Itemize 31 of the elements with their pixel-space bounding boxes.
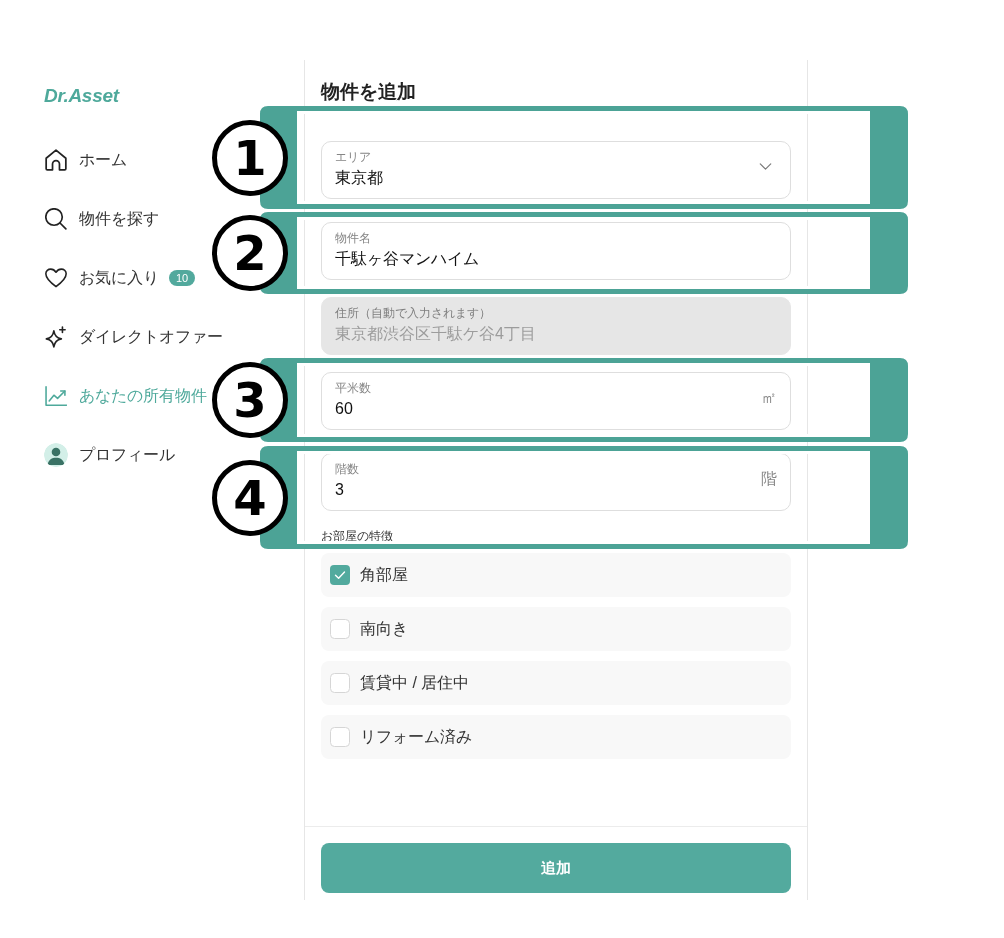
step-number: 4 <box>212 460 288 536</box>
search-icon <box>45 208 67 230</box>
checkbox-option[interactable]: 南向き <box>321 607 791 651</box>
checkbox[interactable] <box>330 565 350 585</box>
checkbox-option[interactable]: 角部屋 <box>321 553 791 597</box>
checkbox-option[interactable]: リフォーム済み <box>321 715 791 759</box>
avatar-icon <box>44 443 68 467</box>
heart-icon <box>45 267 67 289</box>
input-field[interactable]: 平米数 60 ㎡ <box>321 372 791 430</box>
checkbox[interactable] <box>330 727 350 747</box>
input-field[interactable]: 階数 3 階 <box>321 453 791 511</box>
step-number: 2 <box>212 215 288 291</box>
nav-item[interactable]: 物件を探す <box>44 199 159 239</box>
page-title: 物件を追加 <box>321 80 417 104</box>
nav-item[interactable]: ホーム <box>44 140 127 180</box>
checkbox-option[interactable]: 賃貸中 / 居住中 <box>321 661 791 705</box>
trend-chart-icon <box>45 385 67 407</box>
checkbox[interactable] <box>330 619 350 639</box>
nav-item[interactable]: お気に入り 10 <box>44 258 196 298</box>
input-field[interactable]: 物件名 千駄ヶ谷マンハイム <box>321 222 791 280</box>
select-field[interactable]: エリア 東京都 <box>321 141 791 199</box>
count-badge: 10 <box>169 270 196 286</box>
nav-item[interactable]: プロフィール <box>44 435 175 475</box>
home-icon <box>45 149 67 171</box>
checkbox[interactable] <box>330 673 350 693</box>
step-number: 3 <box>212 362 288 438</box>
nav-item[interactable]: ダイレクトオファー <box>44 317 223 357</box>
step-number: 1 <box>212 120 288 196</box>
chevron-down-icon <box>759 163 772 170</box>
logo: Dr.Asset <box>44 84 119 108</box>
sparkle-icon <box>45 326 67 348</box>
